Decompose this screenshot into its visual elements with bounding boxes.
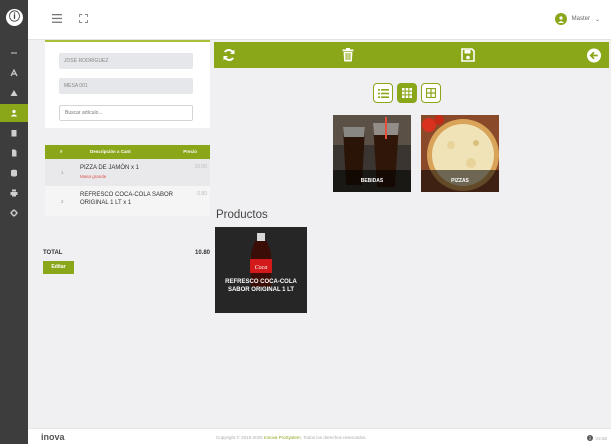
version-text: V2.56 <box>595 435 607 441</box>
order-total: TOTAL 10.80 <box>43 250 210 256</box>
grid-icon <box>402 88 412 98</box>
chevron-down-icon: ⌄ <box>594 16 600 23</box>
action-bar <box>214 42 609 68</box>
version-info: V2.56 <box>587 435 607 441</box>
order-row[interactable]: 2 REFRESCO COCA-COLA SABOR ORIGINAL 1 LT… <box>45 186 210 216</box>
arrow-left-circle-icon <box>587 48 601 62</box>
sidebar-item-triangle[interactable] <box>0 84 28 102</box>
copyright-suffix: Todos los derechos reservados. <box>303 435 367 440</box>
trash-icon <box>342 48 354 62</box>
document-icon <box>12 149 17 157</box>
large-grid-view-button[interactable] <box>421 83 441 103</box>
user-menu[interactable]: Master ⌄ <box>554 13 600 25</box>
table-field: MESA 001 <box>59 78 193 94</box>
list-view-button[interactable] <box>373 83 393 103</box>
col-num: # <box>60 149 63 154</box>
refresh-icon <box>223 49 235 61</box>
category-tile-pizzas[interactable]: PIZZAS <box>421 115 499 192</box>
sidebar-item-text[interactable] <box>0 64 28 82</box>
app-logo[interactable]: ⓘ <box>6 9 23 26</box>
font-icon <box>10 69 18 77</box>
copyright-prefix: Copyright © 2015-2025 <box>216 435 263 440</box>
products-title: Productos <box>216 209 268 221</box>
user-name: Master <box>571 16 590 22</box>
customer-panel: JOSÉ RODRÍGUEZ MESA 001 <box>45 40 210 128</box>
sidebar: ⓘ <box>0 0 28 444</box>
delete-button[interactable] <box>341 48 355 62</box>
bottle-logo-text: Coca <box>255 265 268 271</box>
category-tile-bebidas[interactable]: BEBIDAS <box>333 115 411 192</box>
col-desc: Descripción x Cant <box>90 149 131 154</box>
view-toggle-group <box>373 83 441 103</box>
building-icon <box>11 130 17 137</box>
coca-cola-bottle-image: Coca <box>215 227 307 313</box>
category-label: BEBIDAS <box>333 170 411 192</box>
sidebar-item-minus[interactable] <box>0 44 28 62</box>
order-table: # Descripción x Cant Precio 1 PIZZA DE J… <box>45 145 210 216</box>
grid-view-button[interactable] <box>397 83 417 103</box>
refresh-button[interactable] <box>222 48 236 62</box>
copyright: Copyright © 2015-2025 Innova ProSystem. … <box>216 435 367 440</box>
large-grid-icon <box>426 88 436 98</box>
sidebar-item-settings[interactable] <box>0 204 28 222</box>
hamburger-menu-icon[interactable] <box>52 14 62 23</box>
order-row[interactable]: 1 PIZZA DE JAMÓN x 1 Masa grande 10.00 <box>45 159 210 186</box>
row-num: 1 <box>61 170 64 175</box>
footer-brand: inova <box>41 432 65 442</box>
user-avatar-icon <box>554 13 567 25</box>
save-button[interactable] <box>461 48 475 62</box>
printer-icon <box>10 189 18 197</box>
footer: inova Copyright © 2015-2025 Innova ProSy… <box>28 428 611 444</box>
row-price: 10.00 <box>194 164 207 170</box>
product-label: REFRESCO COCA-COLA SABOR ORIGINAL 1 LT <box>225 279 297 293</box>
sidebar-item-users[interactable] <box>0 104 28 122</box>
search-input[interactable] <box>59 105 193 121</box>
total-value: 10.80 <box>194 250 210 256</box>
sidebar-item-printer[interactable] <box>0 184 28 202</box>
sidebar-item-document[interactable] <box>0 144 28 162</box>
row-desc: REFRESCO COCA-COLA SABOR ORIGINAL 1 LT x… <box>80 192 174 206</box>
fullscreen-icon[interactable] <box>79 14 88 23</box>
total-label: TOTAL <box>43 250 63 256</box>
save-icon <box>461 48 475 62</box>
product-tile[interactable]: Coca REFRESCO COCA-COLA SABOR ORIGINAL 1… <box>215 227 307 313</box>
order-table-header: # Descripción x Cant Precio <box>45 145 210 159</box>
row-desc: PIZZA DE JAMÓN x 1 <box>80 165 140 171</box>
copyright-brand-link[interactable]: Innova ProSystem. <box>264 435 302 440</box>
category-label: PIZZAS <box>421 170 499 192</box>
users-icon <box>10 109 18 117</box>
col-price: Precio <box>183 149 197 154</box>
row-price: 0.80 <box>197 191 207 197</box>
app-window: ⓘ Master ⌄ JOSÉ RODRÍGUEZ MESA 001 Busca… <box>0 0 611 444</box>
sidebar-item-building[interactable] <box>0 124 28 142</box>
database-icon <box>11 169 17 177</box>
list-icon <box>377 88 389 98</box>
back-button[interactable] <box>587 48 601 62</box>
sidebar-item-database[interactable] <box>0 164 28 182</box>
info-icon <box>587 435 594 441</box>
gear-icon <box>10 209 18 217</box>
edit-button[interactable]: Editar <box>43 261 74 274</box>
triangle-icon <box>10 90 18 96</box>
customer-name-field: JOSÉ RODRÍGUEZ <box>59 53 193 69</box>
minus-icon <box>11 52 17 54</box>
row-num: 2 <box>61 199 64 204</box>
row-note: Masa grande <box>80 174 107 179</box>
top-bar: Master ⌄ <box>28 0 611 40</box>
